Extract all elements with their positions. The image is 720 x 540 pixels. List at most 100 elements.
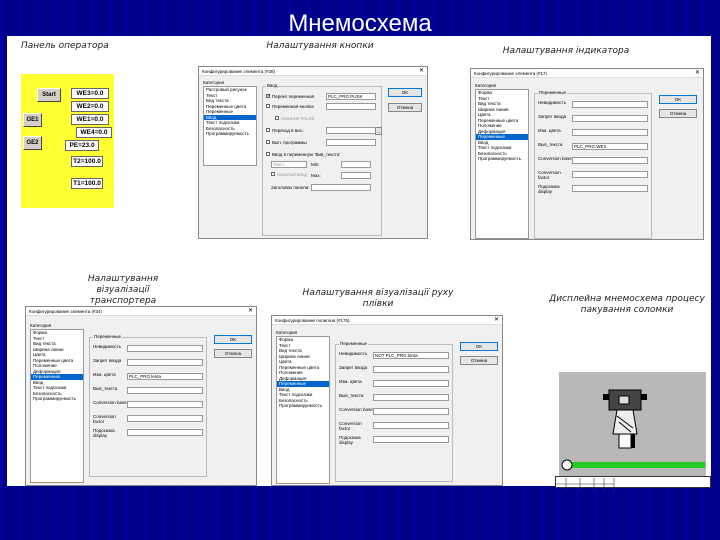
dialog-title: Конфигурирование полигона (#175)	[275, 318, 350, 323]
variable-input[interactable]	[373, 436, 449, 443]
variable-input[interactable]	[127, 429, 203, 436]
slide-canvas: Панель оператора Налаштування кнопки Нал…	[7, 36, 711, 490]
variable-label: Conversion base	[538, 156, 572, 161]
text-mode-select[interactable]: Текст	[271, 161, 307, 168]
variable-input[interactable]	[572, 101, 648, 108]
button-var-input[interactable]	[326, 103, 376, 110]
variable-input[interactable]	[127, 401, 203, 408]
variable-label: Подсказка display	[93, 428, 115, 438]
close-icon[interactable]: ✕	[494, 316, 499, 325]
ge2-button[interactable]: GE2	[23, 136, 42, 150]
variable-input[interactable]	[127, 359, 203, 366]
checkbox-icon	[266, 151, 270, 156]
caption-display-line2: пакування соломки	[580, 305, 674, 315]
variable-input[interactable]	[373, 408, 449, 415]
variable-input[interactable]	[127, 415, 203, 422]
slide-title: Мнемосхема	[288, 10, 432, 37]
variable-label: Изм. цвета	[538, 128, 561, 133]
close-icon[interactable]: ✕	[695, 69, 700, 78]
caption-conveyor-line2: візуалізації транспортера	[89, 285, 157, 306]
variable-input[interactable]	[127, 387, 203, 394]
hidden-input-checkbox[interactable]: Скрытый ввод	[271, 171, 307, 179]
category-list[interactable]: Растровый рисунок Текст Вид текста Переменн…	[203, 86, 257, 166]
variable-label: Выв_текста	[339, 393, 364, 398]
variable-input[interactable]: NOT PLC_PRG.lenta	[373, 352, 449, 359]
category-item[interactable]: Программируемость	[476, 156, 528, 162]
toggle-var-input[interactable]: PLC_PRG.PUSK	[326, 93, 376, 100]
variable-input[interactable]	[127, 345, 203, 352]
ok-button[interactable]: OK	[460, 342, 498, 351]
variable-input[interactable]	[373, 380, 449, 387]
caption-conveyor-line1: Налаштування	[87, 274, 159, 284]
ok-button[interactable]: OK	[659, 95, 697, 104]
variable-input[interactable]: PLC_PRG.lenta	[127, 373, 203, 380]
variable-label: Изм. цвета	[339, 379, 362, 384]
conveyor-roller-icon	[561, 459, 573, 471]
variable-input[interactable]	[373, 366, 449, 373]
hidden-input-label: Скрытый ввод	[277, 172, 307, 177]
variable-row: Невидимость	[93, 344, 203, 354]
category-list[interactable]: Форма Текст Вид текста Ширина линии Цвета Пер…	[30, 329, 84, 483]
variable-label: Conversion factor	[93, 414, 116, 424]
variable-input[interactable]	[572, 185, 648, 192]
category-item[interactable]: Программируемость	[204, 131, 256, 137]
cancel-button[interactable]: Отмена	[659, 109, 697, 118]
close-icon[interactable]: ✕	[419, 67, 424, 76]
category-list[interactable]: Форма Текст Вид текста Ширина линии Цвета Пер…	[475, 89, 529, 239]
dialog-title-bar: Конфигурирование элемента (#17) ✕	[471, 69, 703, 78]
variable-label: Выв_текста	[538, 142, 563, 147]
category-item[interactable]: Программируемость	[277, 403, 329, 409]
push-false-checkbox[interactable]: Нажатие FALSE	[275, 115, 315, 123]
group-legend: Переменные	[538, 90, 568, 95]
dialog-title-bar: Конфигурирование полигона (#175) ✕	[272, 316, 502, 325]
mnemonic-display	[559, 372, 706, 476]
button-var-checkbox[interactable]: Переменная-кнопка	[266, 103, 314, 111]
variable-input[interactable]: PLC_PRG.WE3	[572, 143, 648, 150]
variable-input[interactable]	[572, 129, 648, 136]
close-icon[interactable]: ✕	[248, 307, 253, 316]
variable-input[interactable]	[373, 394, 449, 401]
toggle-var-checkbox[interactable]: Перекл переменная	[266, 92, 314, 101]
ge1-button[interactable]: GE1	[23, 113, 42, 127]
run-program-checkbox[interactable]: Вып. программы	[266, 139, 307, 147]
variable-input[interactable]	[373, 422, 449, 429]
dialog-title-input[interactable]	[311, 184, 371, 191]
run-program-input[interactable]	[326, 139, 376, 146]
variable-row: Изм. цвета PLC_PRG.lenta	[93, 372, 203, 382]
we2-indicator: WE2=0.0	[71, 101, 109, 112]
group-legend: Переменные	[339, 341, 369, 346]
input-var-checkbox[interactable]: Ввод в переменную 'Вив_текста'	[266, 151, 340, 159]
we3-indicator: WE3=0.0	[71, 88, 109, 99]
ok-button[interactable]: OK	[214, 335, 252, 344]
variable-row: Conversion base	[538, 156, 648, 166]
variable-input[interactable]	[572, 157, 648, 164]
min-input[interactable]	[341, 161, 371, 168]
max-label: Max:	[311, 173, 321, 178]
browse-button[interactable]: …	[375, 127, 382, 135]
goto-input[interactable]	[326, 127, 376, 134]
goto-checkbox[interactable]: Переход в виз.:	[266, 127, 304, 135]
variable-label: Подсказка display	[538, 184, 560, 194]
dialog-title: Конфигурирование элемента (#17)	[474, 71, 547, 76]
start-button[interactable]: Start	[37, 88, 61, 102]
checkbox-icon	[266, 103, 270, 108]
variable-input[interactable]	[572, 115, 648, 122]
variable-label: Запрет ввода	[93, 358, 122, 363]
dialog-button-config: Конфигурирование элемента (#38) ✕ Катего…	[198, 66, 428, 239]
ok-button[interactable]: OK	[388, 88, 422, 97]
cancel-button[interactable]: Отмена	[388, 103, 422, 112]
variable-label: Запрет ввода	[339, 365, 368, 370]
category-list[interactable]: Форма Текст Вид текста Ширина линии Цвета Пер…	[276, 336, 330, 484]
dialog-title-label: Заголовок панели:	[271, 185, 310, 190]
cancel-button[interactable]: Отмена	[214, 349, 252, 358]
cancel-button[interactable]: Отмена	[460, 356, 498, 365]
max-input[interactable]	[341, 172, 371, 179]
variables-group: Переменные Невидимость Запрет ввода Изм. ц…	[534, 90, 652, 239]
variable-label: Conversion factor	[538, 170, 561, 180]
caption-film-viz: Налаштування візуалізації руху плівки	[302, 288, 454, 309]
dialog-conveyor-config: Конфигурирование элемента (#34) ✕ Катего…	[25, 306, 257, 486]
variable-label: Выв_текста	[93, 386, 118, 391]
variable-input[interactable]	[572, 171, 648, 178]
category-item[interactable]: Программируемость	[31, 396, 83, 402]
variable-row: Conversion factor	[93, 414, 203, 424]
